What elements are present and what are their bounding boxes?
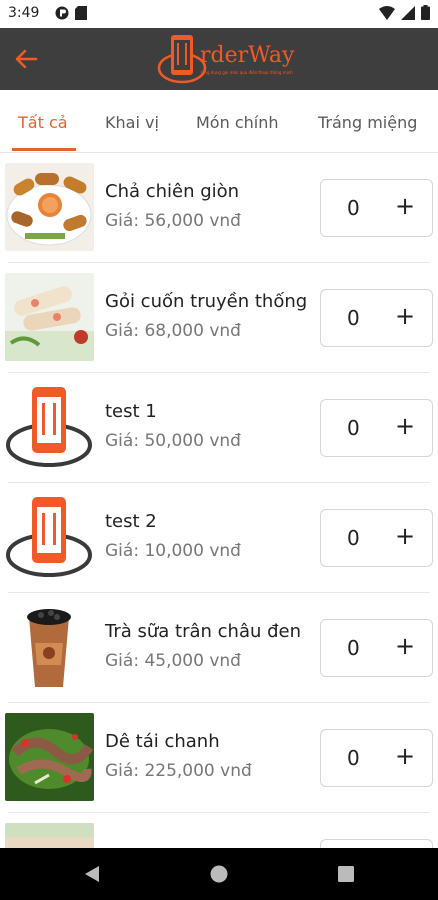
app-notification-icon xyxy=(55,6,69,20)
item-name: test 2 xyxy=(105,511,157,532)
spring-rolls-photo xyxy=(5,163,94,251)
back-arrow-icon[interactable] xyxy=(12,45,40,73)
item-name: test 1 xyxy=(105,401,157,422)
app-bar: rderWay Ứng dụng gọi món qua điện thoại … xyxy=(0,28,438,90)
quantity-stepper: 0 + xyxy=(320,179,433,237)
list-item[interactable]: test 2 Giá: 10,000 vnđ 0 + xyxy=(0,483,438,593)
item-name: Dê tái chanh xyxy=(105,731,220,752)
item-price: Giá: 50,000 vnđ xyxy=(105,431,241,451)
active-tab-indicator xyxy=(12,148,76,151)
item-price: Giá: 68,000 vnđ xyxy=(105,321,241,341)
list-item[interactable]: Dê tái chanh Giá: 225,000 vnđ 0 + xyxy=(0,703,438,813)
menu-list[interactable]: Chả chiên giòn Giá: 56,000 vnđ 0 + Gỏi c… xyxy=(0,153,438,848)
plus-button[interactable]: + xyxy=(395,742,415,770)
tab-main-course[interactable]: Món chính xyxy=(196,113,278,132)
item-name: Gỏi cuốn truyền thống xyxy=(105,291,308,312)
list-item[interactable]: Trà sữa trân châu đen Giá: 45,000 vnđ 0 … xyxy=(0,593,438,703)
tab-appetizer[interactable]: Khai vị xyxy=(105,113,159,132)
item-name: Chả chiên giòn xyxy=(105,181,240,202)
quantity-value: 0 xyxy=(347,746,360,770)
quantity-value: 0 xyxy=(347,306,360,330)
wifi-icon xyxy=(379,5,395,20)
tab-all[interactable]: Tất cả xyxy=(18,113,68,132)
plus-button[interactable]: + xyxy=(395,302,415,330)
recents-nav-icon[interactable] xyxy=(338,866,354,882)
item-price: Giá: 225,000 vnđ xyxy=(105,761,252,781)
quantity-stepper: 0 + xyxy=(320,509,433,567)
fresh-rolls-photo xyxy=(5,273,94,361)
item-name: Trà sữa trân châu đen xyxy=(105,621,302,642)
bubble-tea-photo xyxy=(5,603,94,691)
list-item[interactable]: Gỏi cuốn truyền thống Giá: 68,000 vnđ 0 … xyxy=(0,263,438,373)
category-tabs: Tất cả Khai vị Món chính Tráng miệng xyxy=(0,90,438,153)
notification-icons xyxy=(55,6,87,20)
quantity-value: 0 xyxy=(347,526,360,550)
food-photo xyxy=(5,823,94,848)
sd-card-icon xyxy=(75,6,87,20)
tab-dessert[interactable]: Tráng miệng xyxy=(318,113,417,132)
quantity-value: 0 xyxy=(347,416,360,440)
quantity-value: 0 xyxy=(347,636,360,660)
quantity-value: 0 xyxy=(347,196,360,220)
signal-icon xyxy=(401,5,415,20)
plus-button[interactable]: + xyxy=(395,632,415,660)
system-icons xyxy=(379,5,430,20)
list-item[interactable] xyxy=(0,813,438,848)
home-nav-icon[interactable] xyxy=(210,865,228,883)
back-nav-icon[interactable] xyxy=(84,865,100,883)
battery-icon xyxy=(421,5,430,20)
item-price: Giá: 45,000 vnđ xyxy=(105,651,241,671)
goat-salad-photo xyxy=(5,713,94,801)
list-item[interactable]: Chả chiên giòn Giá: 56,000 vnđ 0 + xyxy=(0,153,438,263)
quantity-stepper xyxy=(320,839,433,848)
quantity-stepper: 0 + xyxy=(320,289,433,347)
quantity-stepper: 0 + xyxy=(320,729,433,787)
status-bar: 3:49 xyxy=(0,0,438,28)
quantity-stepper: 0 + xyxy=(320,619,433,677)
status-time: 3:49 xyxy=(8,5,40,21)
brand-tagline: Ứng dụng gọi món qua điện thoại thông mi… xyxy=(201,70,293,75)
item-price: Giá: 56,000 vnđ xyxy=(105,211,241,231)
plus-button[interactable]: + xyxy=(395,192,415,220)
brand-name: rderWay xyxy=(200,43,295,68)
item-price: Giá: 10,000 vnđ xyxy=(105,541,241,561)
system-navigation-bar xyxy=(0,848,438,900)
quantity-stepper: 0 + xyxy=(320,399,433,457)
plus-button[interactable]: + xyxy=(395,522,415,550)
list-item[interactable]: test 1 Giá: 50,000 vnđ 0 + xyxy=(0,373,438,483)
placeholder-logo-icon xyxy=(5,383,94,471)
placeholder-logo-icon xyxy=(5,493,94,581)
plus-button[interactable]: + xyxy=(395,412,415,440)
